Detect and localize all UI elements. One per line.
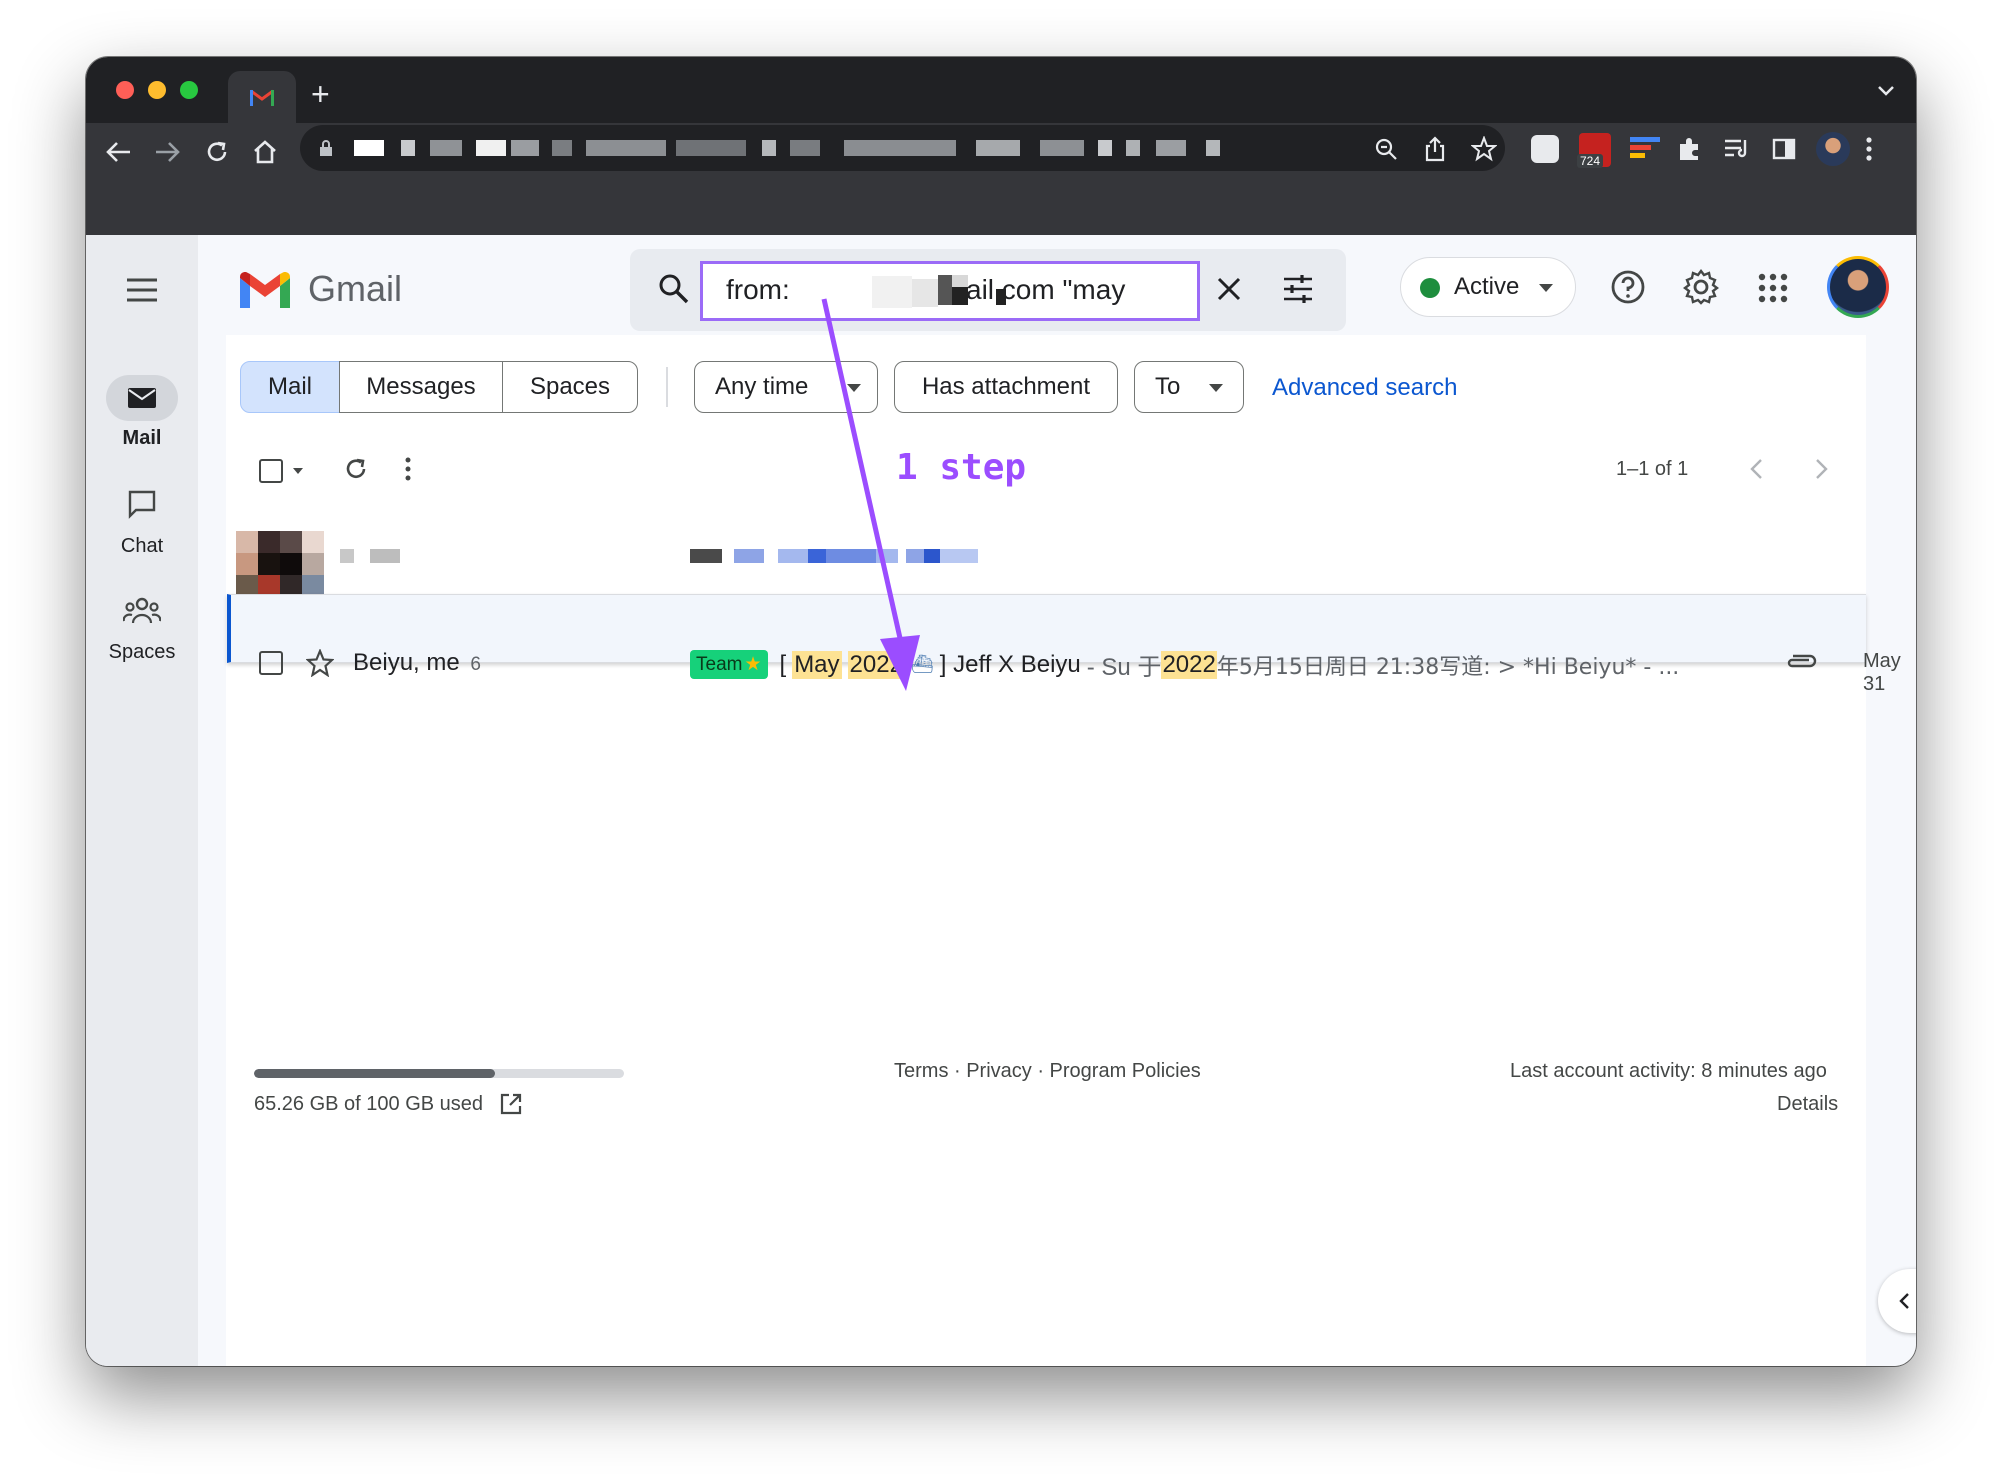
main-menu-icon[interactable] <box>125 277 159 303</box>
extension-compose-icon[interactable] <box>1531 135 1559 163</box>
row-checkbox[interactable] <box>259 651 283 675</box>
profile-avatar-small[interactable] <box>1816 132 1850 166</box>
help-icon[interactable] <box>1610 269 1646 305</box>
gmail-logo-icon[interactable] <box>240 272 290 310</box>
attachment-clip-icon <box>1787 654 1817 668</box>
select-all-checkbox[interactable] <box>259 459 283 483</box>
select-dropdown-icon[interactable] <box>292 467 304 475</box>
any-time-label: Any time <box>715 373 809 400</box>
thread-count: 6 <box>470 654 481 675</box>
extensions-puzzle-icon[interactable] <box>1676 136 1702 162</box>
open-external-icon[interactable] <box>499 1092 523 1116</box>
browser-window: + 724 Mail Chat Spaces Gmail from: @gmai… <box>86 57 1916 1366</box>
to-filter[interactable]: To <box>1134 361 1244 413</box>
rail-spaces-label[interactable]: Spaces <box>86 641 198 664</box>
details-link[interactable]: Details <box>1777 1093 1838 1116</box>
next-page-icon[interactable] <box>1815 458 1829 480</box>
chevron-left-icon <box>1899 1293 1909 1309</box>
star-icon[interactable] <box>306 649 334 677</box>
sender-names: Beiyu, me <box>353 649 460 676</box>
back-arrow-icon[interactable] <box>106 141 132 163</box>
storage-bar-fill <box>254 1069 496 1078</box>
annotation-arrow <box>821 298 920 691</box>
last-activity: Last account activity: 8 minutes ago <box>1510 1060 1827 1082</box>
status-dot <box>1420 278 1440 298</box>
storage-bar[interactable] <box>254 1069 624 1078</box>
to-dropdown-icon <box>1209 384 1223 392</box>
snippet-post: 年5月15日周日 21:38写道: > *Hi Beiyu* - ... <box>1216 654 1680 680</box>
reload-icon[interactable] <box>204 139 230 165</box>
gmail-page: Mail Chat Spaces Gmail from: @gmail.com … <box>86 235 1916 1366</box>
storage-text: 65.26 GB of 100 GB used <box>254 1093 484 1115</box>
share-icon[interactable] <box>1424 136 1446 162</box>
zoom-icon[interactable] <box>1374 137 1398 161</box>
main-content <box>226 335 1866 1366</box>
mail-envelope-icon <box>128 388 156 408</box>
extension-colorbar-icon[interactable] <box>1630 137 1660 163</box>
lock-icon <box>320 140 332 156</box>
subject-rest: ] Jeff X Beiyu <box>939 650 1081 678</box>
search-options-icon[interactable] <box>1282 274 1314 304</box>
email-date: May 31 <box>1863 650 1901 695</box>
rail-chat-label[interactable]: Chat <box>86 535 198 558</box>
pagination-text: 1–1 of 1 <box>1616 458 1689 480</box>
footer-links[interactable]: Terms · Privacy · Program Policies <box>894 1060 1201 1083</box>
snippet-highlight-year: 2022 <box>1161 650 1217 679</box>
chrome-menu-icon[interactable] <box>1865 136 1873 162</box>
refresh-icon[interactable] <box>343 456 369 482</box>
more-options-icon[interactable] <box>404 457 412 481</box>
side-panel-toggle[interactable] <box>1878 1269 1916 1333</box>
bookmark-star-icon[interactable] <box>1471 136 1497 162</box>
side-panel-icon[interactable] <box>1772 137 1796 161</box>
minimize-window-button[interactable] <box>148 81 166 99</box>
status-label: Active <box>1454 273 1520 300</box>
subject-bracket-open: [ <box>779 650 787 678</box>
tab-search-chevron-icon[interactable] <box>1877 85 1895 97</box>
clear-search-icon[interactable] <box>1216 276 1242 302</box>
label-team-text: Team <box>696 654 743 675</box>
gmail-logo-text[interactable]: Gmail <box>308 268 402 310</box>
label-team[interactable]: Team ★ <box>690 650 768 679</box>
forward-arrow-icon[interactable] <box>154 141 180 163</box>
snippet-pre: - Su 于 <box>1086 654 1162 681</box>
close-window-button[interactable] <box>116 81 134 99</box>
account-avatar[interactable] <box>1827 256 1889 318</box>
spaces-people-icon[interactable] <box>123 597 161 625</box>
status-dropdown-icon <box>1539 284 1553 292</box>
browser-tab-gmail[interactable] <box>228 71 296 123</box>
home-icon[interactable] <box>252 139 278 165</box>
filter-divider <box>666 367 668 407</box>
tab-spaces[interactable]: Spaces <box>502 361 638 413</box>
chat-bubble-icon[interactable] <box>127 489 157 519</box>
to-label: To <box>1155 373 1181 400</box>
google-apps-icon[interactable] <box>1758 273 1788 303</box>
reading-list-icon[interactable] <box>1723 137 1751 161</box>
search-icon[interactable] <box>658 273 690 305</box>
star-emoji-icon: ★ <box>744 654 762 675</box>
gmail-favicon-icon <box>250 89 274 106</box>
settings-gear-icon[interactable] <box>1682 268 1720 306</box>
new-tab-button[interactable]: + <box>311 78 330 110</box>
tab-mail[interactable]: Mail <box>240 361 340 413</box>
tab-strip: + <box>86 57 1916 123</box>
prev-page-icon[interactable] <box>1749 458 1763 480</box>
extension-ip-badge: 724 <box>1577 154 1604 168</box>
tab-messages[interactable]: Messages <box>339 361 503 413</box>
email-sender: Beiyu, me 6 <box>353 649 481 677</box>
zoom-window-button[interactable] <box>180 81 198 99</box>
rail-mail-label[interactable]: Mail <box>86 427 198 450</box>
advanced-search-link[interactable]: Advanced search <box>1272 374 1457 402</box>
